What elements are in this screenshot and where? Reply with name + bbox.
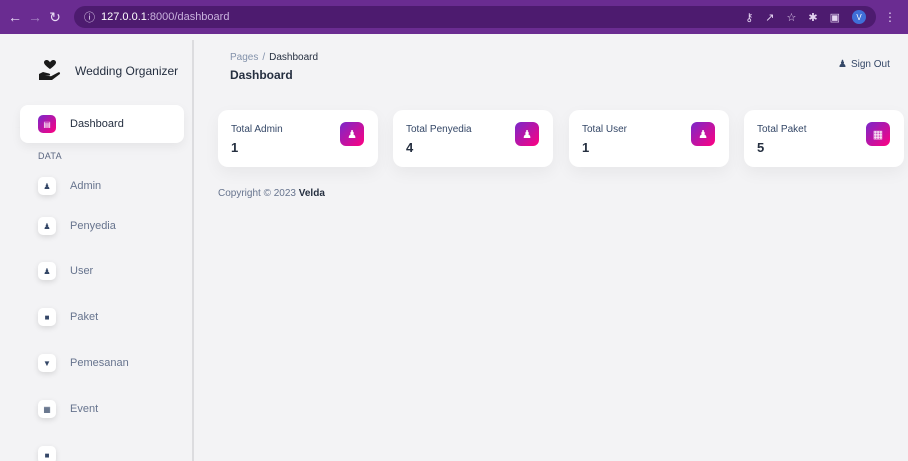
sidepanel-icon[interactable]: ▣ — [830, 11, 840, 24]
sign-out-button[interactable]: ♟ Sign Out — [838, 59, 890, 70]
users-icon: ♟ — [38, 177, 56, 195]
breadcrumb-separator: / — [262, 52, 266, 63]
sidebar-item-label: Paket — [70, 311, 99, 323]
user-icon: ♟ — [340, 122, 364, 146]
calendar-icon: ▦ — [38, 400, 56, 418]
card-label: Total Admin — [231, 124, 283, 135]
url-path: :8000/dashboard — [146, 11, 230, 23]
page-title: Dashboard — [230, 68, 293, 82]
stat-card-total-paket: Total Paket 5 ▦ — [744, 110, 904, 167]
extensions-icon[interactable]: ✱ — [808, 11, 817, 24]
card-value: 1 — [582, 140, 590, 155]
sidebar-item-label: Event — [70, 403, 99, 415]
stat-card-total-penyedia: Total Penyedia 4 ♟ — [393, 110, 553, 167]
card-label: Total Penyedia — [406, 124, 472, 135]
url-host: 127.0.0.1 — [101, 11, 147, 23]
back-icon[interactable]: ← — [6, 9, 24, 25]
brand[interactable]: Wedding Organizer — [38, 60, 178, 82]
sidebar-item-user[interactable]: ♟ User — [20, 252, 184, 290]
bookmark-star-icon[interactable]: ☆ — [787, 11, 797, 24]
card-value: 4 — [406, 140, 414, 155]
stat-card-total-user: Total User 1 ♟ — [569, 110, 729, 167]
sidebar-item-event[interactable]: ▦ Event — [20, 390, 184, 428]
users-icon: ♟ — [38, 217, 56, 235]
kebab-menu-icon[interactable]: ⋮ — [884, 10, 896, 24]
sidebar-item-label: Pemesanan — [70, 357, 129, 369]
footer-copyright: Copyright © 2023 Velda — [218, 188, 325, 199]
breadcrumb: Pages / Dashboard — [230, 52, 318, 63]
user-icon: ♟ — [838, 59, 847, 70]
sidebar-item-paket[interactable]: ■ Paket — [20, 298, 184, 336]
site-info-icon[interactable]: ⓘ — [84, 9, 95, 25]
stat-card-total-admin: Total Admin 1 ♟ — [218, 110, 378, 167]
gift-icon: ■ — [38, 308, 56, 326]
sidebar-item-label: Penyedia — [70, 220, 116, 232]
user-icon: ♟ — [691, 122, 715, 146]
share-icon[interactable]: ↗ — [765, 11, 774, 24]
breadcrumb-current: Dashboard — [269, 52, 319, 63]
partial-icon: ■ — [38, 446, 56, 461]
sidebar-item-partial[interactable]: ■ — [20, 436, 184, 461]
card-label: Total Paket — [757, 124, 807, 135]
copyright-text: Copyright © 2023 — [218, 188, 299, 199]
sidebar-item-label: User — [70, 265, 94, 277]
sidebar: Wedding Organizer ▤ Dashboard DATA ♟ Adm… — [14, 40, 194, 461]
building-icon: ▦ — [866, 122, 890, 146]
section-heading: DATA — [38, 151, 62, 161]
hand-heart-logo-icon — [38, 60, 62, 82]
sign-out-label: Sign Out — [850, 59, 890, 70]
brand-name: Wedding Organizer — [75, 64, 179, 78]
sidebar-item-penyedia[interactable]: ♟ Penyedia — [20, 207, 184, 245]
profile-avatar[interactable]: V — [852, 10, 866, 24]
browser-toolbar: ← → ↻ ⓘ 127.0.0.1:8000/dashboard ⚷ ↗ ☆ ✱… — [0, 0, 908, 34]
card-value: 5 — [757, 140, 765, 155]
sidebar-item-pemesanan[interactable]: ▼ Pemesanan — [20, 344, 184, 382]
reload-icon[interactable]: ↻ — [46, 9, 64, 26]
sidebar-item-dashboard[interactable]: ▤ Dashboard — [20, 105, 184, 143]
cart-icon: ▼ — [38, 354, 56, 372]
sidebar-item-label: Dashboard — [70, 118, 124, 130]
sidebar-item-admin[interactable]: ♟ Admin — [20, 167, 184, 205]
user-icon: ♟ — [515, 122, 539, 146]
sidebar-item-label: Admin — [70, 180, 102, 192]
address-bar[interactable]: ⓘ 127.0.0.1:8000/dashboard ⚷ ↗ ☆ ✱ ▣ V — [74, 6, 876, 28]
card-label: Total User — [582, 124, 628, 135]
key-icon[interactable]: ⚷ — [745, 11, 753, 24]
users-icon: ♟ — [38, 262, 56, 280]
card-value: 1 — [231, 140, 239, 155]
breadcrumb-root[interactable]: Pages — [230, 52, 258, 63]
copyright-author[interactable]: Velda — [299, 188, 325, 199]
forward-icon[interactable]: → — [26, 9, 44, 25]
store-icon: ▤ — [38, 115, 56, 133]
